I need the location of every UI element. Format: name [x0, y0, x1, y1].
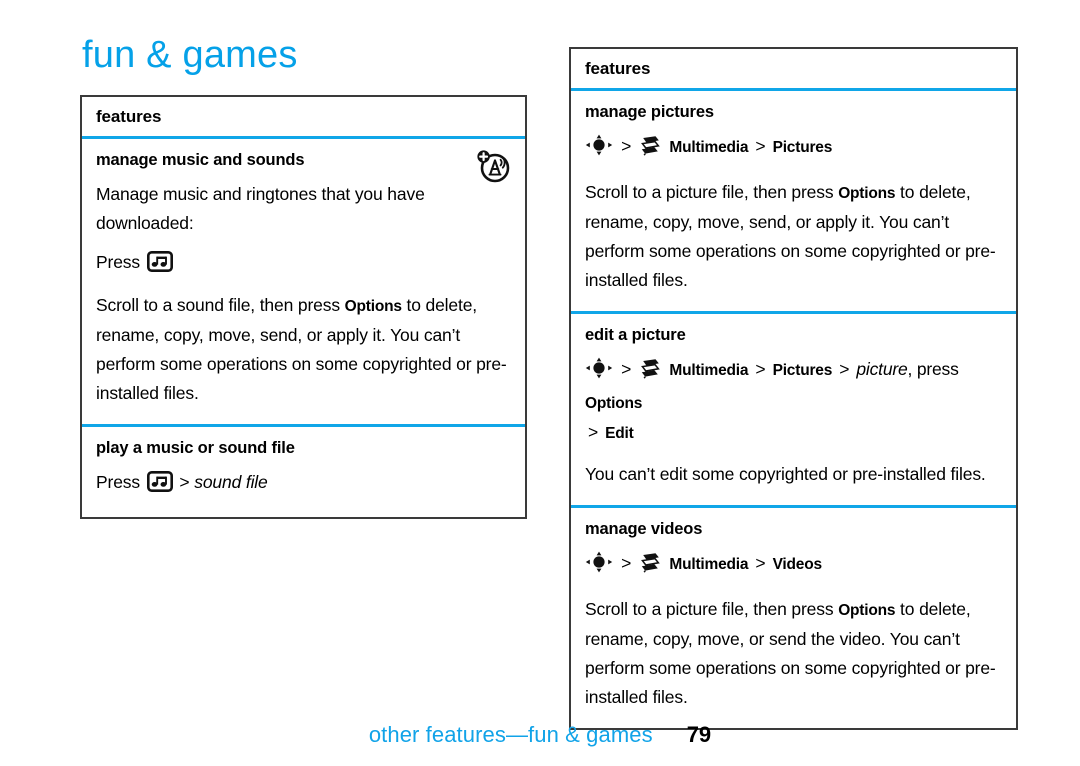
left-feature-panel: features manage music and sounds Manage …	[80, 95, 527, 519]
options-keyword: Options	[344, 298, 402, 315]
para-part-a: Scroll to a sound file, then press	[96, 295, 345, 315]
footer-inner: other features—fun & games 79	[369, 722, 711, 748]
section-manage-pictures: manage pictures > Multimedia > Pictures …	[571, 91, 1016, 311]
path-separator: >	[621, 553, 632, 573]
section-paragraph: Manage music and ringtones that you have…	[96, 184, 425, 233]
options-keyword: Options	[838, 602, 896, 619]
section-paragraph-options: Scroll to a picture file, then press Opt…	[585, 595, 1002, 712]
menu-item-picture-placeholder: picture	[856, 359, 908, 379]
section-paragraph: You can’t edit some copyrighted or pre-i…	[585, 464, 986, 484]
music-note-key-icon	[146, 250, 173, 281]
section-title: manage pictures	[585, 103, 714, 121]
section-title: edit a picture	[585, 326, 686, 344]
menu-item-pictures: Pictures	[772, 139, 833, 156]
path-separator: >	[755, 553, 766, 573]
menu-item-multimedia: Multimedia	[669, 556, 749, 573]
section-edit-a-picture: edit a picture > Multimedia > Pictures >…	[571, 311, 1016, 505]
menu-item-pictures: Pictures	[772, 362, 833, 379]
page-title: fun & games	[82, 34, 298, 76]
menu-item-options: Options	[585, 395, 643, 412]
music-note-key-icon	[146, 470, 173, 501]
left-panel-header: features	[82, 97, 525, 139]
page-number: 79	[686, 722, 712, 747]
press-label: Press	[96, 472, 140, 492]
footer-breadcrumb: other features—fun & games	[368, 722, 653, 747]
add-sound-tower-icon	[475, 148, 511, 189]
press-label: Press	[96, 252, 140, 272]
multimedia-icon	[640, 135, 662, 166]
section-title: play a music or sound file	[96, 439, 295, 457]
menu-path: > Multimedia > Videos	[585, 549, 1002, 583]
para-part-a: Scroll to a picture file, then press	[585, 599, 839, 619]
nav-dpad-key-icon	[585, 551, 613, 583]
right-feature-panel: features manage pictures > Multimedia > …	[569, 47, 1018, 730]
section-title: manage videos	[585, 520, 703, 538]
path-separator: >	[621, 136, 632, 156]
path-separator: >	[839, 359, 850, 379]
menu-item-multimedia: Multimedia	[669, 139, 749, 156]
menu-item-multimedia: Multimedia	[669, 362, 749, 379]
section-manage-music-and-sounds: manage music and sounds Manage music and…	[82, 139, 525, 424]
path-separator: >	[621, 359, 632, 379]
menu-path: > Multimedia > Pictures	[585, 132, 1002, 166]
section-paragraph-options: Scroll to a sound file, then press Optio…	[96, 291, 511, 408]
path-separator: >	[755, 359, 766, 379]
path-separator: >	[588, 422, 599, 442]
page-footer: other features—fun & games 79	[0, 722, 1080, 748]
options-keyword: Options	[838, 185, 896, 202]
section-play-a-music-or-sound-file: play a music or sound file Press > sound…	[82, 424, 525, 517]
section-title: manage music and sounds	[96, 151, 305, 169]
nav-dpad-key-icon	[585, 134, 613, 166]
para-part-a: Scroll to a picture file, then press	[585, 182, 839, 202]
menu-item-videos: Videos	[772, 556, 823, 573]
path-separator: >	[179, 472, 190, 492]
press-instruction: Press > sound file	[96, 468, 511, 501]
multimedia-icon	[640, 552, 662, 583]
press-connector: , press	[907, 359, 959, 379]
menu-item-edit: Edit	[605, 425, 634, 442]
target-item-label: sound file	[194, 472, 268, 492]
menu-path: > Multimedia > Pictures > picture, press…	[585, 355, 1002, 448]
right-panel-header: features	[571, 49, 1016, 91]
section-manage-videos: manage videos > Multimedia > Videos Scro…	[571, 505, 1016, 728]
nav-dpad-key-icon	[585, 357, 613, 389]
press-instruction: Press	[96, 248, 511, 281]
path-separator: >	[755, 136, 766, 156]
multimedia-icon	[640, 358, 662, 389]
section-paragraph-options: Scroll to a picture file, then press Opt…	[585, 178, 1002, 295]
